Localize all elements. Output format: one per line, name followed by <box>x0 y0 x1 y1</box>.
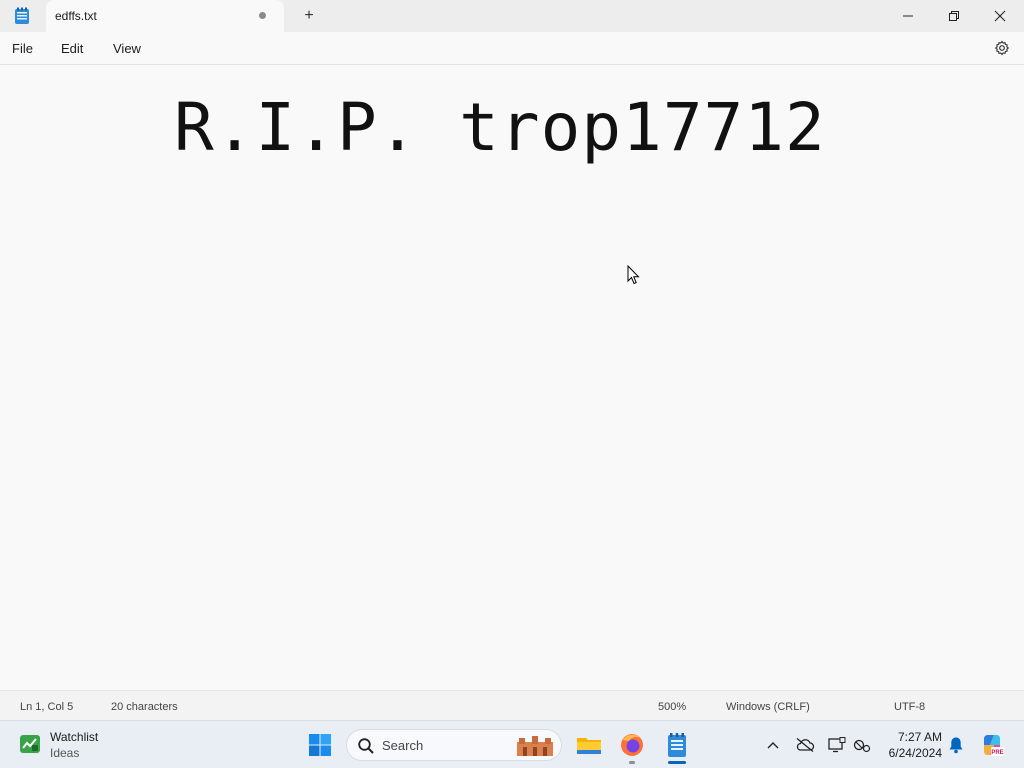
cursor-position: Ln 1, Col 5 <box>20 701 74 713</box>
zoom-level[interactable]: 500% <box>658 701 686 713</box>
stock-watchlist-icon <box>19 733 41 755</box>
onedrive-button[interactable] <box>795 735 815 755</box>
search-input[interactable]: Search <box>346 729 562 761</box>
status-bar: Ln 1, Col 5 20 characters 500% Windows (… <box>0 690 1024 720</box>
firefox-button[interactable] <box>618 731 646 759</box>
widget-title: Watchlist <box>50 730 99 744</box>
minimize-icon <box>903 15 913 17</box>
menu-bar: File Edit View <box>0 32 1024 65</box>
notepad-icon <box>14 7 30 25</box>
display-icon <box>828 737 846 753</box>
menu-file[interactable]: File <box>12 41 33 56</box>
text-editor[interactable]: R.I.P. trop17712 <box>0 65 1024 690</box>
line-ending[interactable]: Windows (CRLF) <box>726 701 810 713</box>
tab-edffs[interactable]: edffs.txt <box>46 0 284 32</box>
mouse-cursor-icon <box>627 264 641 285</box>
network-button[interactable] <box>852 735 872 755</box>
restore-icon <box>949 11 959 21</box>
show-hidden-icons-button[interactable] <box>763 735 783 755</box>
copilot-button[interactable]: PRE <box>980 733 1004 757</box>
menu-edit[interactable]: Edit <box>61 41 83 56</box>
clock-time[interactable]: 7:27 AM <box>884 730 942 744</box>
settings-button[interactable] <box>994 40 1012 58</box>
taskbar: Watchlist Ideas Search 7:27 AM 6/24/2024… <box>0 720 1024 768</box>
svg-text:PRE: PRE <box>991 750 1003 756</box>
encoding[interactable]: UTF-8 <box>894 701 925 713</box>
widget-subtitle: Ideas <box>50 746 80 760</box>
search-placeholder: Search <box>382 738 424 753</box>
copilot-icon: PRE <box>984 735 1004 756</box>
title-bar: edffs.txt + <box>0 0 1024 32</box>
network-icon <box>853 739 871 753</box>
firefox-icon <box>621 734 643 756</box>
notifications-button[interactable] <box>946 735 966 755</box>
notepad-taskbar-button[interactable] <box>663 731 691 759</box>
character-count: 20 characters <box>111 701 178 713</box>
search-icon <box>357 737 375 755</box>
cloud-off-icon <box>796 737 815 753</box>
editor-content[interactable]: R.I.P. trop17712 <box>174 89 826 166</box>
notepad-active-indicator <box>668 761 686 764</box>
minimize-button[interactable] <box>885 0 931 32</box>
close-icon <box>994 10 1006 22</box>
unsaved-indicator-icon[interactable] <box>259 12 266 19</box>
windows-start-icon <box>309 734 331 756</box>
close-button[interactable] <box>977 0 1023 32</box>
folder-icon <box>577 738 601 754</box>
firefox-running-indicator <box>629 761 635 764</box>
display-button[interactable] <box>827 735 847 755</box>
chevron-up-icon <box>767 742 779 749</box>
bell-icon <box>949 737 963 754</box>
restore-button[interactable] <box>931 0 977 32</box>
search-highlight-image <box>515 734 555 758</box>
notepad-icon <box>668 733 686 757</box>
clock-date[interactable]: 6/24/2024 <box>880 746 942 760</box>
tab-title: edffs.txt <box>55 9 97 23</box>
menu-view[interactable]: View <box>113 41 141 56</box>
new-tab-button[interactable]: + <box>300 6 318 26</box>
gear-icon <box>994 40 1010 56</box>
start-button[interactable] <box>308 733 332 757</box>
file-explorer-button[interactable] <box>575 731 603 759</box>
